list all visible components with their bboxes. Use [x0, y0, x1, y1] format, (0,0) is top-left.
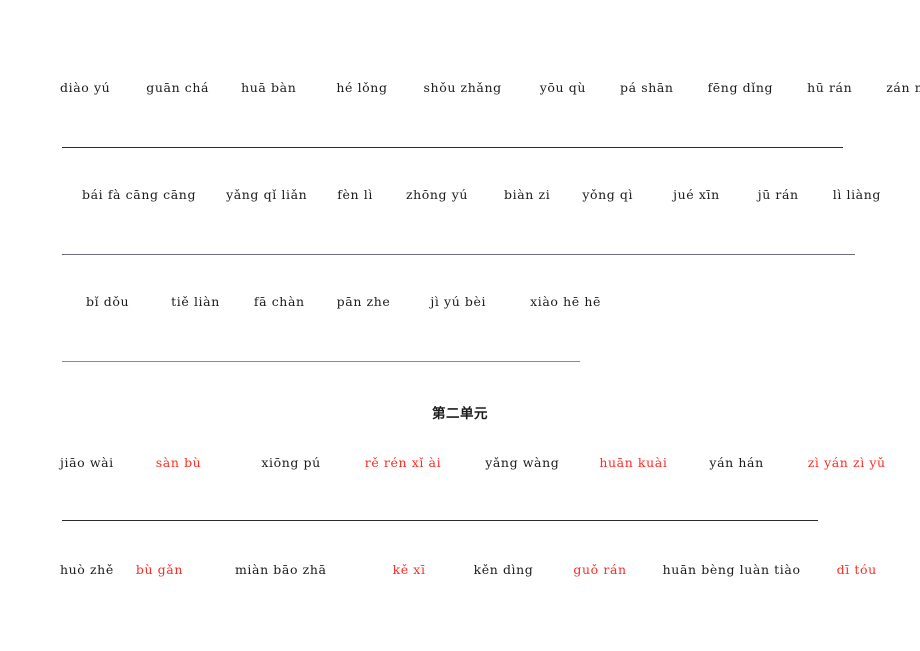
pinyin-row-1: diào yú guān chá huā bàn hé lǒng shǒu zhǎng y… [60, 80, 920, 95]
pinyin-row-2: bái fà cāng cāng yǎng qǐ liǎn fèn lì zhōng … [82, 187, 882, 202]
pinyin-word: zì yán zì yǔ [807, 455, 886, 470]
pinyin-word: zán men [886, 80, 920, 95]
pinyin-word: huò zhě [60, 562, 114, 577]
pinyin-word: yǎng qǐ liǎn [226, 187, 308, 202]
pinyin-row-3: bǐ dǒu tiě liàn fā chàn pān zhe jì yú bèi xià… [86, 294, 886, 309]
pinyin-word: bù gǎn [135, 562, 183, 577]
pinyin-word: kě xī [392, 562, 426, 577]
pinyin-word: yōu qù [539, 80, 586, 95]
pinyin-word: pān zhe [336, 294, 391, 309]
pinyin-word: tiě liàn [171, 294, 220, 309]
pinyin-word: jū rán [757, 187, 799, 202]
pinyin-word: hū rán [807, 80, 853, 95]
pinyin-word: jì yú bèi [430, 294, 487, 309]
pinyin-word: rě rén xǐ ài [364, 455, 442, 470]
pinyin-word: yǒng qì [582, 187, 634, 202]
pinyin-word: hé lǒng [336, 80, 388, 95]
rule-line-1 [62, 147, 843, 148]
unit-heading: 第二单元 [432, 406, 488, 422]
pinyin-word: huān kuài [599, 455, 668, 470]
pinyin-word: fā chàn [253, 294, 305, 309]
pinyin-word: yǎng wàng [485, 455, 560, 470]
pinyin-word: dī tóu [836, 562, 877, 577]
pinyin-word: guān chá [146, 80, 210, 95]
pinyin-word: kěn dìng [473, 562, 534, 577]
pinyin-word: huān bèng luàn tiào [662, 562, 801, 577]
rule-line-3 [62, 361, 580, 362]
pinyin-word: jiāo wài [60, 455, 114, 470]
rule-line-2 [62, 254, 855, 255]
pinyin-word: yán hán [709, 455, 764, 470]
pinyin-word: sàn bù [155, 455, 202, 470]
pinyin-word: miàn bāo zhā [234, 562, 327, 577]
worksheet-page: diào yú guān chá huā bàn hé lǒng shǒu zhǎng y… [0, 0, 920, 651]
pinyin-word: jué xīn [673, 187, 720, 202]
rule-line-4 [62, 520, 818, 521]
pinyin-word: bǐ dǒu [86, 294, 130, 309]
pinyin-word: shǒu zhǎng [423, 80, 502, 95]
pinyin-word: guǒ rán [573, 562, 627, 577]
pinyin-row-4: jiāo wài sàn bù xiōng pú rě rén xǐ ài yǎng w… [60, 455, 885, 470]
pinyin-word: zhōng yú [405, 187, 469, 202]
pinyin-word: pá shān [619, 80, 674, 95]
pinyin-word: lì liàng [832, 187, 881, 202]
pinyin-word: huā bàn [241, 80, 297, 95]
pinyin-word: biàn zi [504, 187, 551, 202]
pinyin-word: xiào hē hē [530, 294, 601, 309]
pinyin-word: diào yú [60, 80, 111, 95]
pinyin-word: fèn lì [337, 187, 373, 202]
pinyin-word: bái fà cāng cāng [82, 187, 197, 202]
pinyin-word: fēng dǐng [707, 80, 774, 95]
pinyin-word: xiōng pú [261, 455, 321, 470]
pinyin-row-5: huò zhě bù gǎn miàn bāo zhā kě xī kěn dìng gu… [60, 562, 876, 577]
